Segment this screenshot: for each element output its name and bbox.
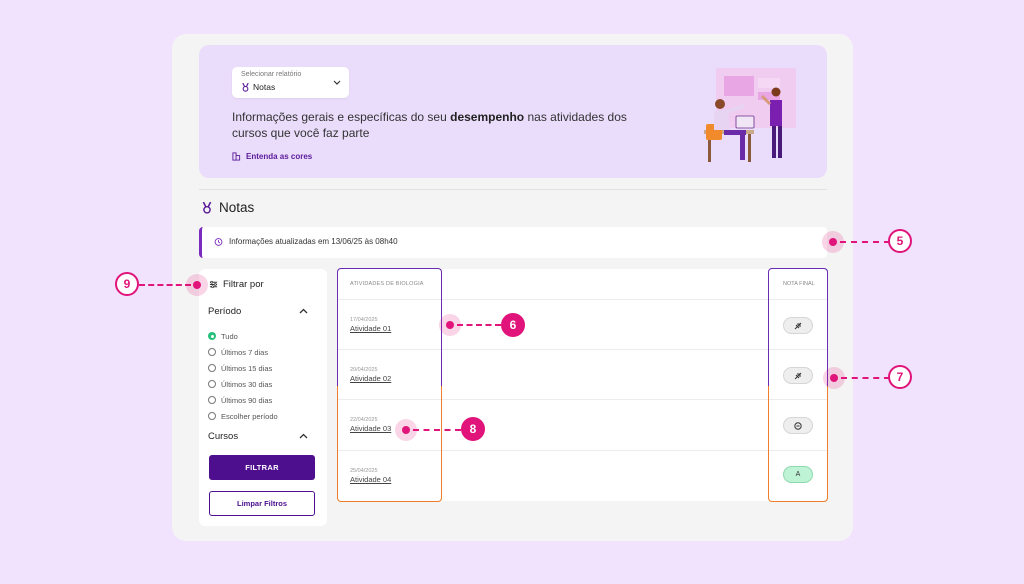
period-option-label: Escolher período bbox=[221, 411, 278, 421]
medal-icon bbox=[242, 82, 249, 92]
chevron-up-icon[interactable] bbox=[299, 433, 308, 439]
grade-column-highlight-bottom bbox=[768, 386, 828, 502]
period-option-90-days[interactable]: Últimos 90 dias bbox=[208, 392, 278, 408]
annotation-badge-6: 6 bbox=[501, 313, 525, 337]
banner-text-bold: desempenho bbox=[450, 110, 525, 124]
page-title: Notas bbox=[201, 200, 254, 215]
chevron-up-icon[interactable] bbox=[299, 308, 308, 314]
annotation-line bbox=[457, 324, 501, 326]
clock-icon bbox=[214, 238, 223, 246]
report-select-value: Notas bbox=[253, 82, 276, 92]
sliders-icon bbox=[209, 280, 218, 289]
update-info-bar: Informações atualizadas em 13/06/25 às 0… bbox=[199, 227, 827, 258]
radio-icon bbox=[208, 396, 216, 404]
activities-column-highlight-top bbox=[337, 268, 442, 386]
report-select-label: Selecionar relatório bbox=[241, 71, 302, 78]
annotation-line bbox=[841, 377, 890, 379]
understand-colors-link[interactable]: Entenda as cores bbox=[232, 152, 312, 161]
period-option-custom[interactable]: Escolher período bbox=[208, 408, 278, 424]
period-option-label: Últimos 30 dias bbox=[221, 379, 273, 389]
period-option-15-days[interactable]: Últimos 15 dias bbox=[208, 360, 278, 376]
filter-button[interactable]: FILTRAR bbox=[209, 455, 315, 480]
chevron-down-icon bbox=[333, 80, 341, 85]
period-options: Tudo Últimos 7 dias Últimos 15 dias Últi… bbox=[208, 328, 278, 424]
annotation-line bbox=[840, 241, 890, 243]
medal-icon bbox=[202, 201, 212, 214]
divider bbox=[199, 189, 827, 190]
update-info-text: Informações atualizadas em 13/06/25 às 0… bbox=[229, 237, 398, 246]
clear-filters-button[interactable]: Limpar Filtros bbox=[209, 491, 315, 516]
period-option-label: Últimos 90 dias bbox=[221, 395, 273, 405]
update-info-content: Informações atualizadas em 13/06/25 às 0… bbox=[214, 237, 398, 246]
period-option-label: Últimos 7 dias bbox=[221, 347, 269, 357]
filter-header: Filtrar por bbox=[209, 279, 264, 290]
banner-text-start: Informações gerais e específicas do seu bbox=[232, 110, 451, 124]
radio-icon bbox=[208, 364, 216, 372]
annotation-badge-9: 9 bbox=[115, 272, 139, 296]
period-option-30-days[interactable]: Últimos 30 dias bbox=[208, 376, 278, 392]
grade-column-highlight-top bbox=[768, 268, 828, 386]
radio-icon bbox=[208, 348, 216, 356]
people-illustration bbox=[704, 68, 796, 162]
page-title-label: Notas bbox=[219, 200, 255, 215]
activities-column-highlight-bottom bbox=[337, 386, 442, 502]
period-option-label: Últimos 15 dias bbox=[221, 363, 273, 373]
annotation-badge-5: 5 bbox=[888, 229, 912, 253]
annotation-line bbox=[413, 429, 461, 431]
period-option-label: Tudo bbox=[221, 331, 238, 341]
radio-icon bbox=[208, 412, 216, 420]
courses-section-title: Cursos bbox=[208, 431, 239, 442]
period-section-title: Período bbox=[208, 306, 242, 317]
radio-icon bbox=[208, 380, 216, 388]
palette-icon bbox=[232, 152, 241, 161]
report-select-value-wrap: Notas bbox=[241, 82, 275, 92]
report-select[interactable]: Selecionar relatório Notas bbox=[232, 67, 349, 98]
radio-selected-icon bbox=[208, 332, 216, 340]
annotation-line bbox=[139, 284, 191, 286]
period-option-all[interactable]: Tudo bbox=[208, 328, 278, 344]
annotation-marker bbox=[186, 274, 208, 296]
filter-title: Filtrar por bbox=[223, 279, 264, 290]
understand-colors-label: Entenda as cores bbox=[246, 152, 313, 161]
period-option-7-days[interactable]: Últimos 7 dias bbox=[208, 344, 278, 360]
annotation-badge-8: 8 bbox=[461, 417, 485, 441]
filter-panel: Filtrar por Período Tudo Últimos 7 dias … bbox=[199, 269, 327, 526]
banner-description: Informações gerais e específicas do seu … bbox=[232, 109, 632, 141]
annotation-badge-7: 7 bbox=[888, 365, 912, 389]
